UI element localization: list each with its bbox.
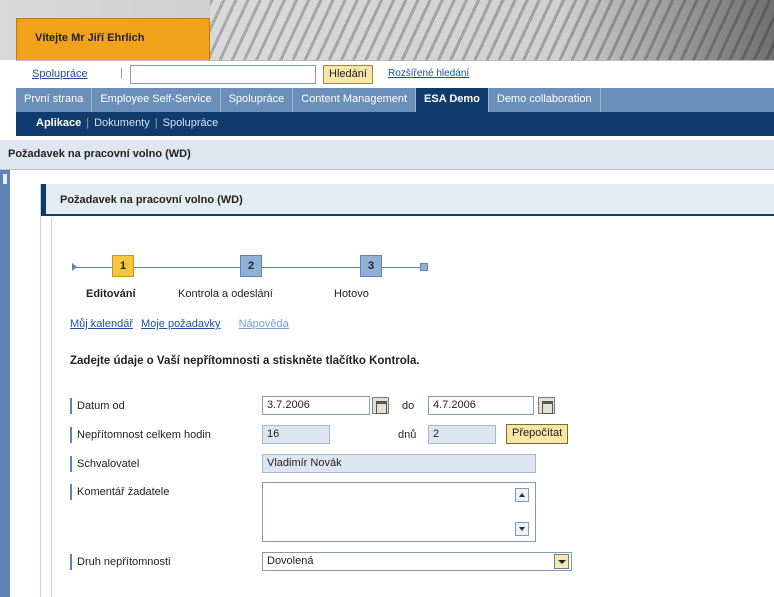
step-1[interactable]: 1 xyxy=(112,255,134,277)
top-navigation: První strana Employee Self-Service Spolu… xyxy=(16,88,774,112)
panel-body: 1 2 3 Editování Kontrola a odeslání Hoto… xyxy=(51,218,774,597)
subnav-item-applications[interactable]: Aplikace xyxy=(36,117,81,129)
step-3-label: Hotovo xyxy=(334,288,369,300)
search-separator: | xyxy=(120,67,123,79)
scroll-up-icon[interactable] xyxy=(515,488,529,502)
approver-label: Schvalovatel xyxy=(70,456,139,472)
date-to-label: do xyxy=(402,400,415,412)
tab-demo-collaboration[interactable]: Demo collaboration xyxy=(489,88,601,112)
step-2-label: Kontrola a odeslání xyxy=(178,288,273,300)
search-button[interactable]: Hledání xyxy=(323,65,373,84)
absence-type-label: Druh nepřítomnosti xyxy=(70,554,171,570)
recalculate-button[interactable]: Přepočítat xyxy=(506,424,569,444)
my-calendar-link[interactable]: Můj kalendář xyxy=(70,318,133,330)
roadmap-end-icon xyxy=(420,263,428,271)
welcome-text: Vítejte Mr Jiří Ehrlich xyxy=(35,32,145,44)
header-banner: Vítejte Mr Jiří Ehrlich xyxy=(0,0,774,60)
step-2[interactable]: 2 xyxy=(240,255,262,277)
chevron-down-icon[interactable] xyxy=(554,554,569,569)
roadmap: 1 2 3 Editování Kontrola a odeslání Hoto… xyxy=(72,244,452,304)
welcome-box: Vítejte Mr Jiří Ehrlich xyxy=(16,18,210,60)
quick-links: Můj kalendář Moje požadavky Nápověda xyxy=(70,318,294,330)
days-label: dnů xyxy=(398,429,417,441)
absence-type-select[interactable]: Dovolená xyxy=(262,552,572,571)
subnav-item-collaboration[interactable]: Spolupráce xyxy=(163,117,219,129)
date-from-field[interactable]: 3.7.2006 xyxy=(262,396,370,415)
page-title: Požadavek na pracovní volno (WD) xyxy=(8,148,191,160)
sub-navigation: Aplikace | Dokumenty | Spolupráce xyxy=(16,112,774,136)
my-requests-link[interactable]: Moje požadavky xyxy=(141,318,221,330)
scroll-down-icon[interactable] xyxy=(515,522,529,536)
step-1-label: Editování xyxy=(86,288,136,300)
tab-home[interactable]: První strana xyxy=(16,88,93,112)
panel-title: Požadavek na pracovní volno (WD) xyxy=(60,194,243,206)
tab-content-management[interactable]: Content Management xyxy=(293,88,417,112)
days-field: 2 xyxy=(428,425,496,444)
panel-header: Požadavek na pracovní volno (WD) xyxy=(41,184,774,216)
detailed-navigation-collapsed[interactable] xyxy=(0,170,10,597)
tab-esa-demo[interactable]: ESA Demo xyxy=(416,88,489,112)
search-bar: Spolupráce | Hledání Rozšířené hledání xyxy=(16,60,774,88)
page-title-bar: Požadavek na pracovní volno (WD) xyxy=(0,140,774,170)
date-from-calendar-icon[interactable] xyxy=(372,397,389,414)
step-3[interactable]: 3 xyxy=(360,255,382,277)
comment-label: Komentář žadatele xyxy=(70,484,169,500)
date-to-field[interactable]: 4.7.2006 xyxy=(428,396,534,415)
instructions-text: Zadejte údaje o Vaší nepřítomnosti a sti… xyxy=(70,355,420,367)
request-panel: Požadavek na pracovní volno (WD) 1 2 3 E… xyxy=(40,184,774,597)
hours-label: Nepřítomnost celkem hodin xyxy=(70,427,211,443)
hours-field: 16 xyxy=(262,425,330,444)
search-input[interactable] xyxy=(130,65,316,84)
comment-textarea[interactable] xyxy=(262,482,536,542)
expand-handle-icon[interactable] xyxy=(3,174,7,184)
tab-employee-self-service[interactable]: Employee Self-Service xyxy=(92,88,221,112)
search-scope-link[interactable]: Spolupráce xyxy=(32,68,88,80)
advanced-search-link[interactable]: Rozšířené hledání xyxy=(388,68,469,79)
date-from-label: Datum od xyxy=(70,398,125,414)
tab-collaboration[interactable]: Spolupráce xyxy=(221,88,294,112)
approver-field: Vladimír Novák xyxy=(262,454,536,473)
help-link[interactable]: Nápověda xyxy=(239,318,289,330)
date-to-calendar-icon[interactable] xyxy=(538,397,555,414)
subnav-item-documents[interactable]: Dokumenty xyxy=(94,117,150,129)
